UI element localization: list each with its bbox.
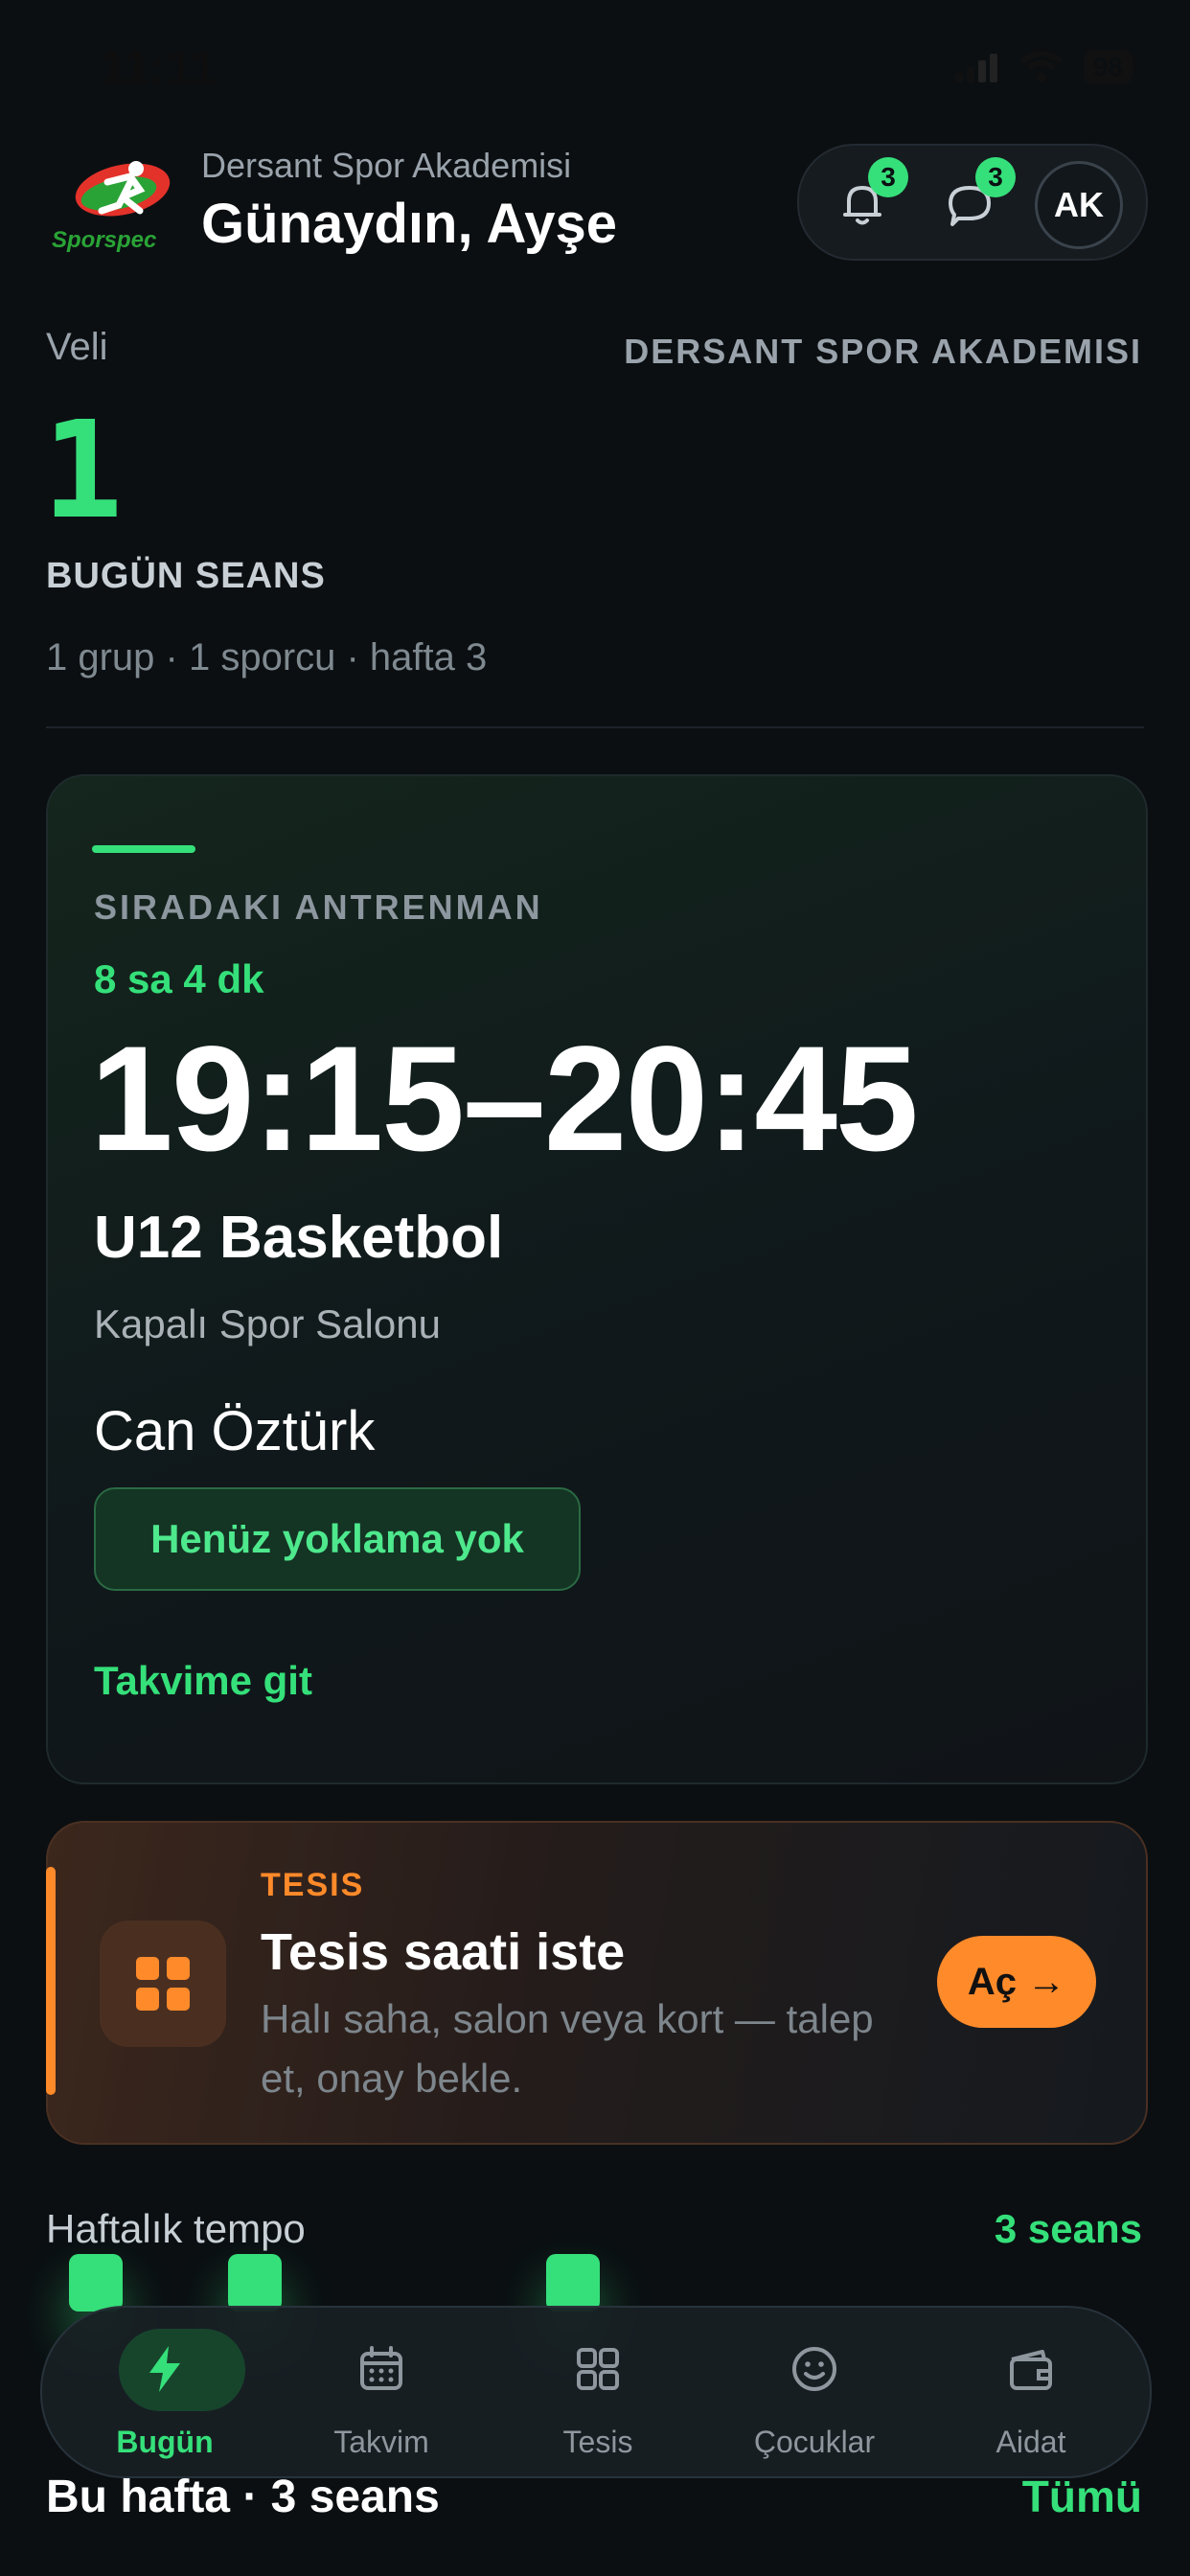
facility-eyebrow: TESIS bbox=[261, 1867, 365, 1903]
grid-icon bbox=[577, 2348, 619, 2390]
smiley-icon bbox=[792, 2347, 836, 2391]
training-group: U12 Basketbol bbox=[94, 1205, 504, 1271]
training-time-range: 19:15–20:45 bbox=[90, 1016, 919, 1183]
academy-label: DERSANT SPOR AKADEMISI bbox=[624, 332, 1142, 371]
facility-title: Tesis saati iste bbox=[261, 1923, 626, 1981]
weekly-tempo-title: Haftalık tempo bbox=[46, 2206, 306, 2251]
wifi-icon bbox=[1019, 51, 1063, 82]
facility-description: Halı saha, salon veya kort — talep et, o… bbox=[261, 1996, 874, 2101]
messages-badge: 3 bbox=[975, 157, 1016, 197]
nav-item-takvim[interactable]: Takvim bbox=[276, 2308, 487, 2476]
nav-item-bugun[interactable]: Bugün bbox=[59, 2308, 270, 2476]
tempo-bar bbox=[228, 2254, 282, 2312]
divider bbox=[46, 726, 1144, 728]
facility-icon-box bbox=[100, 1920, 226, 2047]
countdown: 8 sa 4 dk bbox=[94, 956, 264, 1001]
attendance-status-badge: Henüz yoklama yok bbox=[94, 1487, 581, 1591]
open-facility-button[interactable]: Aç → bbox=[937, 1936, 1096, 2028]
nav-label: Tesis bbox=[562, 2425, 633, 2459]
nav-item-cocuklar[interactable]: Çocuklar bbox=[709, 2308, 920, 2476]
go-to-calendar-link[interactable]: Takvime git bbox=[94, 1658, 312, 1704]
tempo-bar bbox=[546, 2254, 600, 2312]
facility-accent-bar bbox=[46, 1867, 56, 2095]
header-actions: 3 3 AK bbox=[797, 144, 1148, 261]
nav-label: Bugün bbox=[116, 2425, 214, 2459]
next-training-eyebrow: SIRADAKI ANTRENMAN bbox=[94, 887, 543, 927]
bolt-icon bbox=[149, 2346, 180, 2392]
nav-item-tesis[interactable]: Tesis bbox=[492, 2308, 703, 2476]
avatar[interactable]: AK bbox=[1035, 161, 1123, 249]
logo-text: Sporspec bbox=[52, 227, 156, 253]
sporspec-logo: Sporspec bbox=[52, 161, 171, 253]
battery-indicator: 98 bbox=[1083, 50, 1133, 84]
child-name: Can Öztürk bbox=[94, 1400, 376, 1462]
status-icons: 98 bbox=[953, 50, 1133, 84]
bottom-nav: Bugün Takvim Tesis Çocuklar Aidat bbox=[40, 2306, 1152, 2478]
weekly-tempo-count: 3 seans bbox=[994, 2206, 1142, 2251]
nav-label: Aidat bbox=[995, 2425, 1066, 2459]
nav-item-aidat[interactable]: Aidat bbox=[926, 2308, 1136, 2476]
tempo-bar bbox=[69, 2254, 123, 2312]
overview-summary: 1 grup · 1 sporcu · hafta 3 bbox=[46, 636, 488, 678]
nav-label: Çocuklar bbox=[753, 2425, 876, 2459]
see-all-link[interactable]: Tümü bbox=[1022, 2471, 1142, 2522]
academy-name: Dersant Spor Akademisi bbox=[201, 146, 572, 185]
training-venue: Kapalı Spor Salonu bbox=[94, 1301, 441, 1346]
nav-label: Takvim bbox=[333, 2425, 429, 2459]
status-time: 11:11 bbox=[100, 43, 217, 94]
this-week-title: Bu hafta · 3 seans bbox=[46, 2472, 440, 2522]
signal-icon bbox=[954, 54, 997, 82]
role-label: Veli bbox=[46, 326, 108, 368]
wallet-icon bbox=[1010, 2350, 1052, 2390]
today-session-count: 1 bbox=[42, 393, 124, 549]
grid-icon bbox=[136, 1957, 190, 2011]
today-session-label: BUGÜN SEANS bbox=[46, 556, 326, 596]
card-accent-bar bbox=[92, 845, 195, 853]
greeting-title: Günaydın, Ayşe bbox=[201, 193, 618, 255]
calendar-icon bbox=[360, 2346, 402, 2390]
notifications-badge: 3 bbox=[868, 157, 908, 197]
